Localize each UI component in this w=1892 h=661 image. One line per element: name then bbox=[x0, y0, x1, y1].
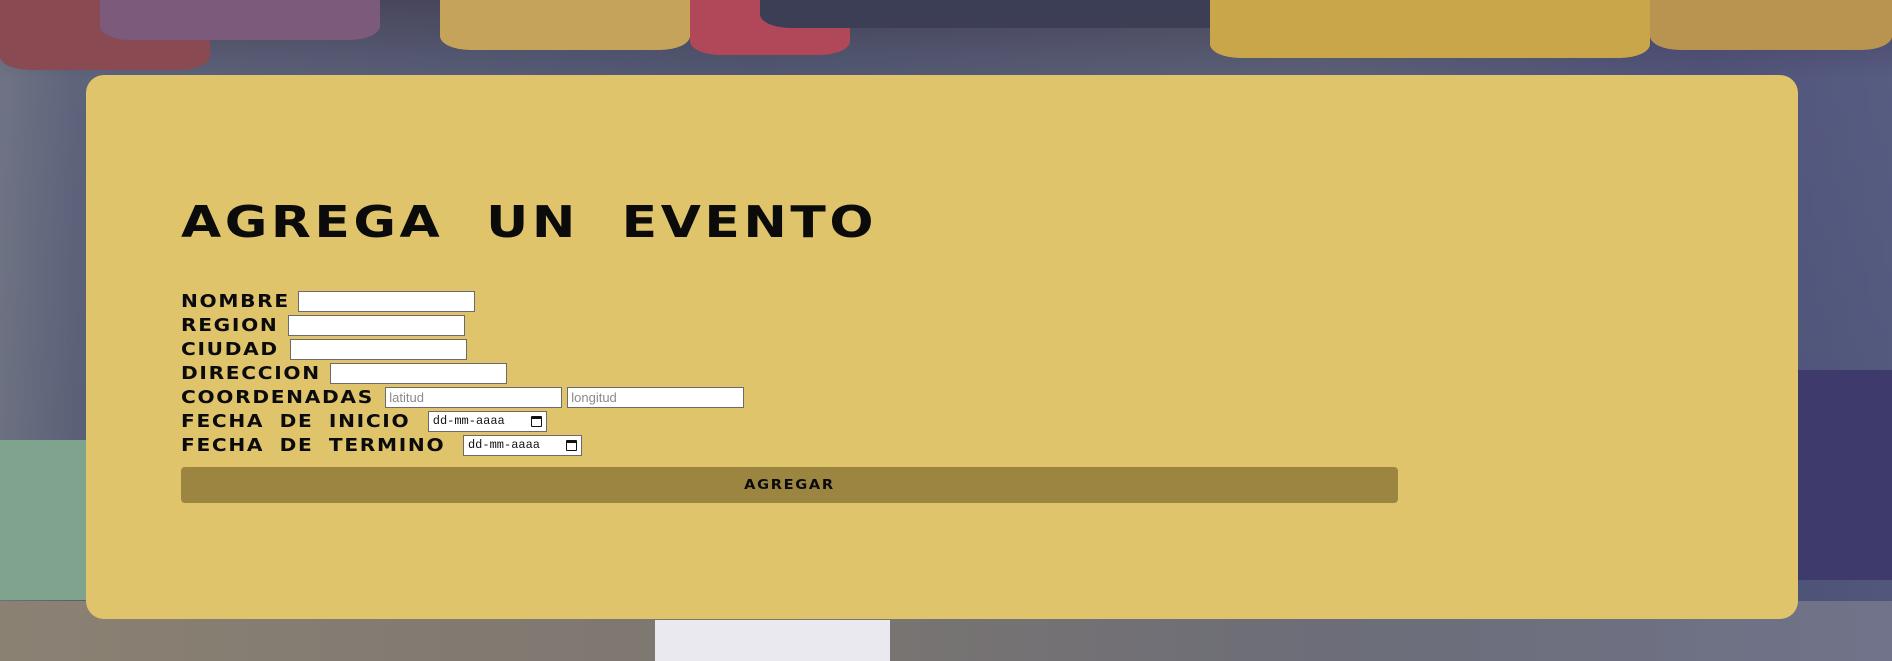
market-awning bbox=[100, 0, 380, 40]
field-row-coordenadas: COORDENADAS bbox=[181, 385, 1401, 409]
market-stall bbox=[0, 440, 90, 600]
page-title: AGREGA UN EVENTO bbox=[181, 197, 878, 248]
bench bbox=[655, 620, 890, 661]
ciudad-label: CIUDAD bbox=[181, 338, 279, 360]
direccion-label: DIRECCION bbox=[181, 362, 321, 384]
field-row-ciudad: CIUDAD bbox=[181, 337, 1401, 361]
field-row-fecha-inicio: FECHA DE INICIO dd-mm-aaaa bbox=[181, 409, 1401, 433]
field-row-fecha-termino: FECHA DE TERMINO dd-mm-aaaa bbox=[181, 433, 1401, 457]
region-input[interactable] bbox=[288, 314, 465, 336]
fecha-inicio-label: FECHA DE INICIO bbox=[181, 410, 411, 432]
calendar-icon[interactable] bbox=[530, 415, 542, 427]
field-row-direccion: DIRECCION bbox=[181, 361, 1401, 385]
coordenadas-label: COORDENADAS bbox=[181, 386, 374, 408]
field-row-region: REGION bbox=[181, 313, 1401, 337]
fecha-termino-placeholder: dd-mm-aaaa bbox=[467, 438, 540, 452]
market-stall bbox=[1792, 370, 1892, 580]
event-form-card: AGREGA UN EVENTO NOMBRE REGION CIUDAD DI… bbox=[86, 75, 1798, 619]
agregar-button-label: AGREGAR bbox=[744, 477, 835, 493]
market-awning bbox=[440, 0, 690, 50]
nombre-label: NOMBRE bbox=[181, 290, 290, 312]
latitud-input[interactable] bbox=[385, 386, 563, 408]
field-row-nombre: NOMBRE bbox=[181, 289, 1401, 313]
fecha-inicio-input[interactable]: dd-mm-aaaa bbox=[427, 410, 547, 432]
fecha-termino-input[interactable]: dd-mm-aaaa bbox=[462, 434, 582, 456]
market-awning bbox=[1650, 0, 1892, 50]
ciudad-input[interactable] bbox=[290, 338, 468, 360]
calendar-icon[interactable] bbox=[565, 439, 577, 451]
region-label: REGION bbox=[181, 314, 279, 336]
longitud-input[interactable] bbox=[567, 386, 745, 408]
market-awning bbox=[760, 0, 1260, 28]
nombre-input[interactable] bbox=[298, 290, 476, 312]
direccion-input[interactable] bbox=[329, 362, 507, 384]
fecha-termino-label: FECHA DE TERMINO bbox=[181, 434, 446, 456]
market-awning bbox=[1210, 0, 1650, 58]
agregar-button[interactable]: AGREGAR bbox=[181, 467, 1398, 503]
add-event-form: NOMBRE REGION CIUDAD DIRECCION COORDENAD… bbox=[181, 289, 1401, 503]
fecha-inicio-placeholder: dd-mm-aaaa bbox=[432, 414, 505, 428]
